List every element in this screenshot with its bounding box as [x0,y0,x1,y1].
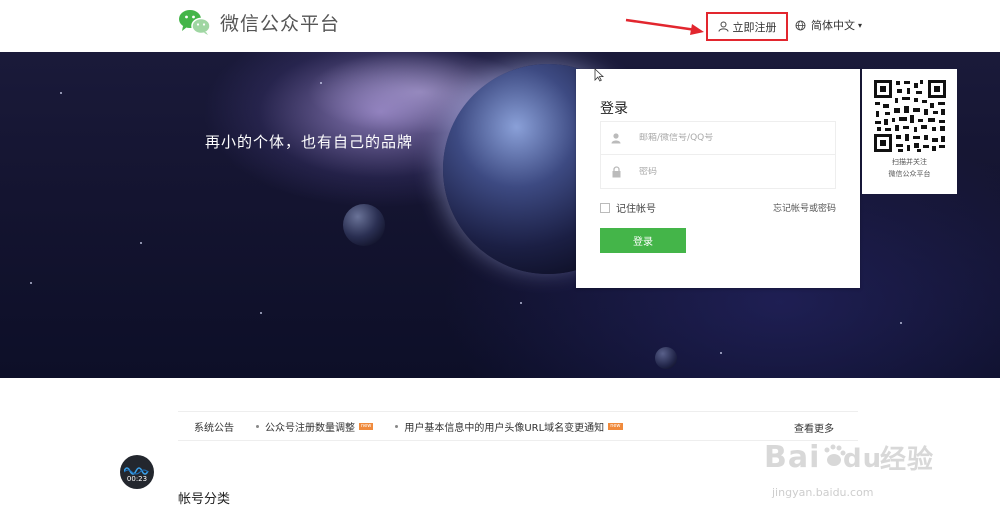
mouse-cursor-icon [594,68,604,82]
bullet-icon [256,424,259,428]
language-label: 简体中文 [811,19,855,32]
login-button[interactable]: 登录 [600,228,686,253]
notice-bar: 系统公告 公众号注册数量调整 new 用户基本信息中的用户头像URL域名变更通知… [178,411,858,441]
annotation-arrow-icon [625,18,704,35]
video-timer-badge[interactable]: 00:23 [120,455,154,489]
star [520,302,522,304]
notice-label: 系统公告 [194,422,234,434]
remember-checkbox[interactable]: 记住帐号 [600,200,656,215]
star [60,92,62,94]
site-title: 微信公众平台 [220,12,341,35]
register-label: 立即注册 [732,20,777,34]
bullet-icon [395,424,399,428]
watermark-logo: Bai du 经验 [764,438,954,484]
star [140,242,142,244]
view-more-link[interactable]: 查看更多 [794,420,834,435]
page: 微信公众平台 立即注册 简体中文 ▾ 再小的个体，也有自己的品牌 登录 邮箱/微… [0,0,1000,524]
star [900,322,902,324]
user-icon [718,21,729,32]
login-title: 登录 [600,101,628,117]
notice-item[interactable]: 用户基本信息中的用户头像URL域名变更通知 new [395,419,623,434]
svg-text:du: du [843,444,882,474]
watermark-url: jingyan.baidu.com [772,486,874,499]
remember-label: 记住帐号 [616,204,656,215]
user-icon [601,132,631,144]
password-field-row [600,155,836,189]
password-input[interactable] [639,166,829,177]
caret-down-icon: ▾ [858,20,863,30]
register-button[interactable]: 立即注册 [706,12,788,41]
svg-text:Bai: Bai [764,440,820,475]
small-moon-image [655,347,677,369]
video-time: 00:23 [126,475,148,483]
notice-text: 公众号注册数量调整 [265,422,355,434]
baidu-watermark: Bai du 经验 jingyan.baidu.com [764,438,954,499]
notice-item[interactable]: 公众号注册数量调整 new [256,419,374,434]
slogan: 再小的个体，也有自己的品牌 [205,133,414,151]
star [320,82,322,84]
logo[interactable]: 微信公众平台 [178,8,340,36]
login-panel: 登录 记住帐号 忘记帐号或密码 登录 [576,69,860,288]
wechat-logo-icon [178,8,212,36]
header: 微信公众平台 立即注册 简体中文 ▾ [0,0,1000,52]
qr-panel: 扫描并关注 微信公众平台 [862,69,957,194]
svg-text:经验: 经验 [880,444,934,475]
globe-icon [795,20,806,31]
username-input[interactable] [639,133,829,143]
star [720,352,722,354]
section-title: 帐号分类 [178,492,231,507]
new-badge: new [359,422,374,430]
new-badge: new [608,422,623,430]
lock-icon [601,165,631,178]
checkbox-icon [600,202,610,213]
star [260,312,262,314]
qr-caption-line1: 扫描并关注 [892,158,927,166]
qr-caption-line2: 微信公众平台 [888,170,931,178]
sound-wave-icon [124,467,149,475]
language-select[interactable]: 简体中文 ▾ [795,17,862,33]
moon-image [343,204,385,246]
notice-text: 用户基本信息中的用户头像URL域名变更通知 [404,422,605,434]
star [30,282,32,284]
qr-code-icon [872,78,948,154]
username-field-row [600,121,836,155]
forgot-password-link[interactable]: 忘记帐号或密码 [773,201,836,214]
